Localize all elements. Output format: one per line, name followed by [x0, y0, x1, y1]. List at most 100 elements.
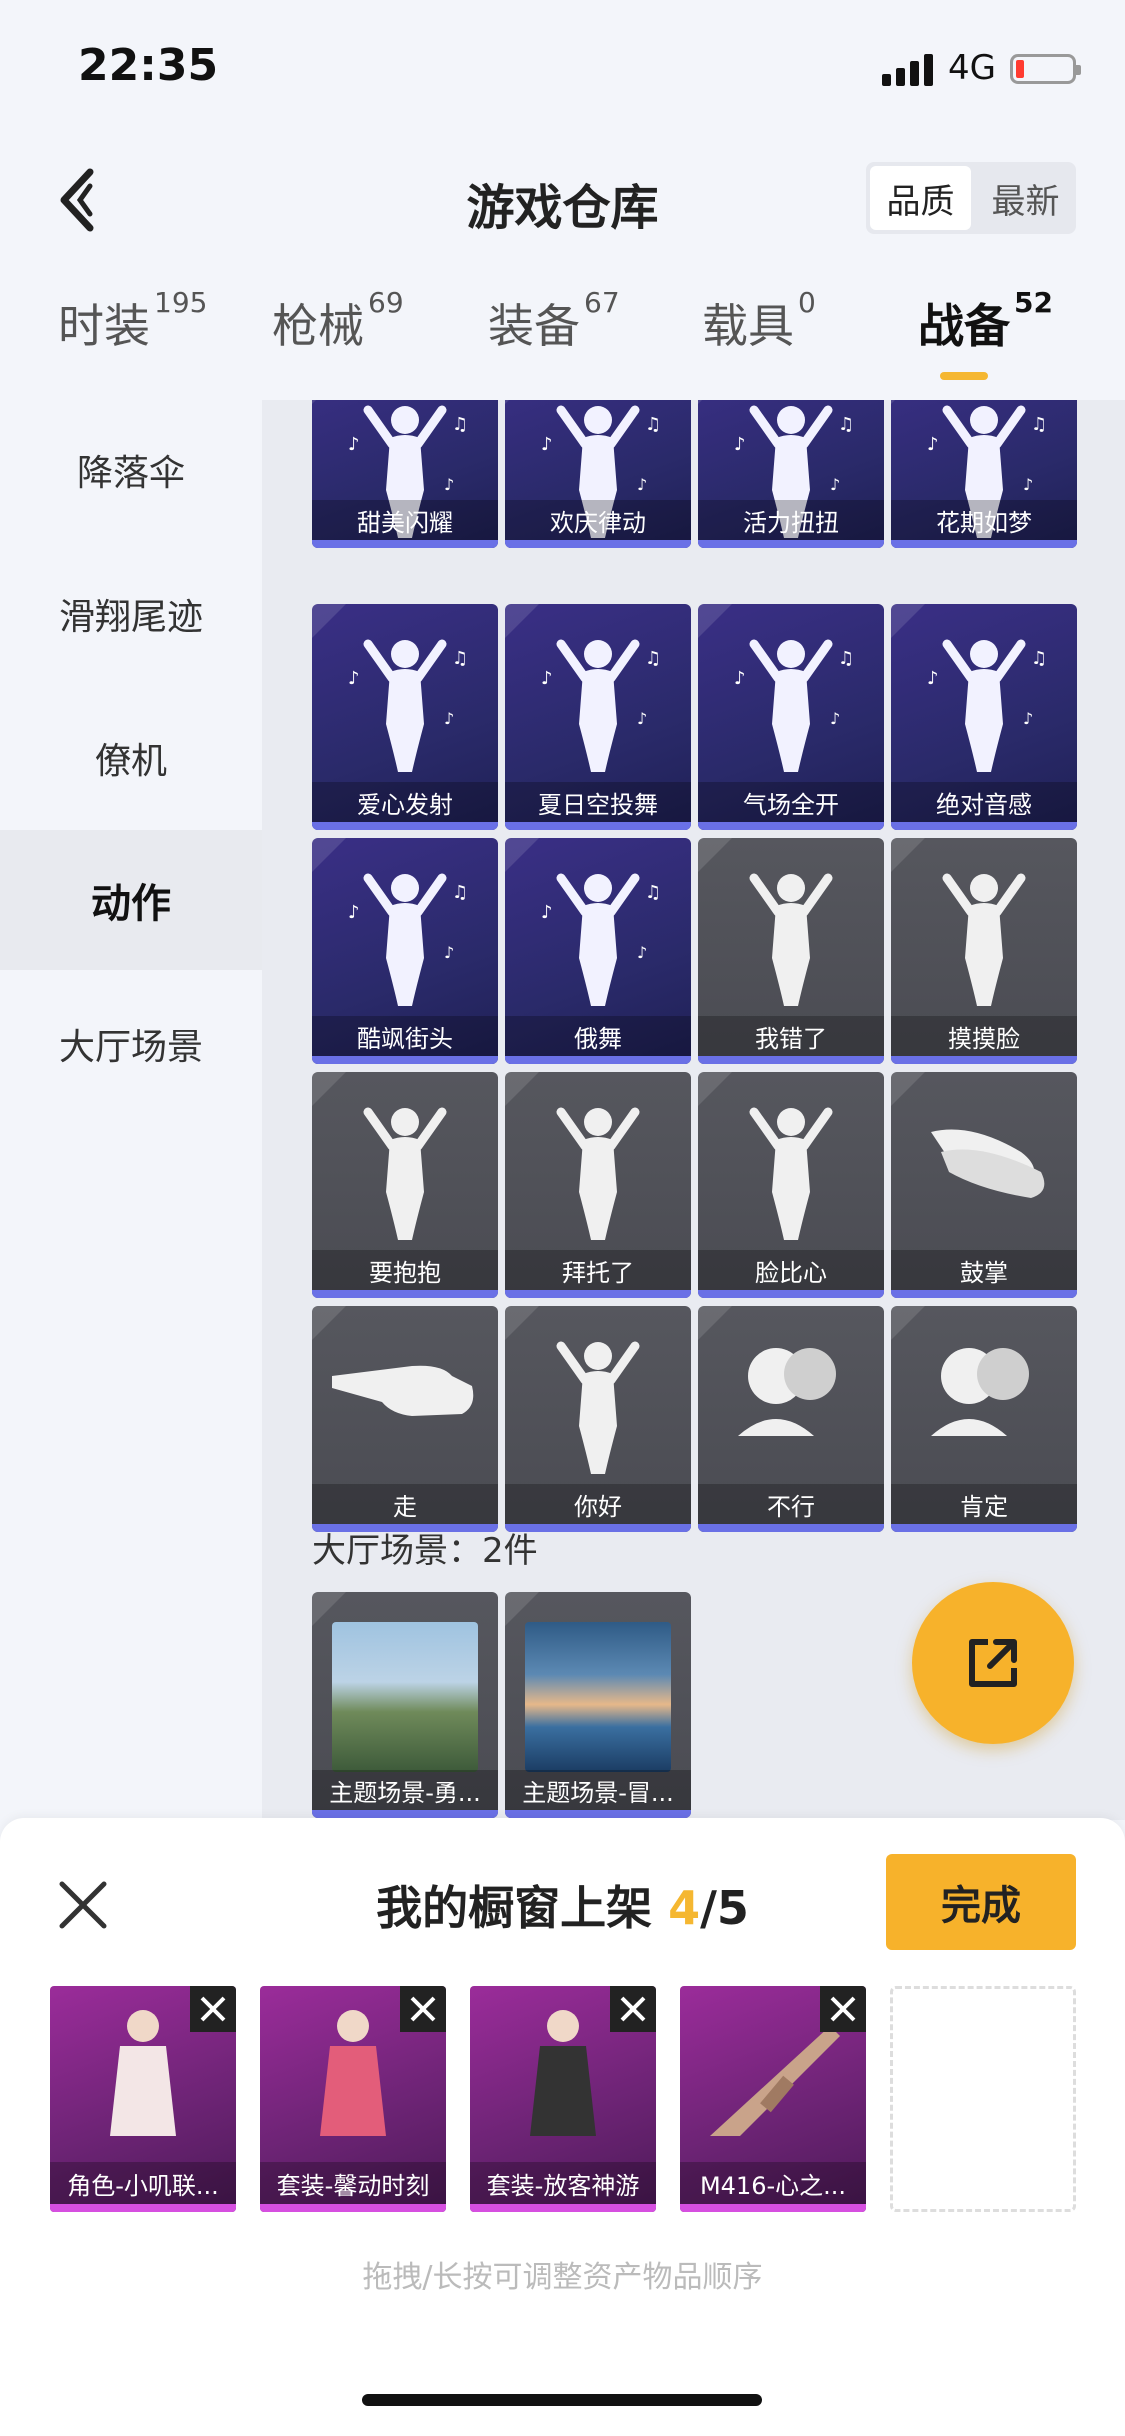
selected-corner — [505, 1592, 539, 1626]
rarity-bar — [891, 1524, 1077, 1532]
lobby-scene-card[interactable]: 主题场景-冒... — [505, 1592, 691, 1818]
sidebar-item-wingman[interactable]: 僚机 — [0, 688, 262, 828]
selected-corner — [891, 1072, 925, 1106]
emote-card[interactable]: 我错了 — [698, 838, 884, 1064]
selected-corner — [312, 838, 346, 872]
status-time: 22:35 — [78, 40, 219, 91]
remove-item-button[interactable] — [610, 1986, 656, 2032]
selected-corner — [891, 1306, 925, 1340]
rarity-bar — [260, 2204, 446, 2212]
emote-label: 你好 — [505, 1484, 691, 1524]
tab-vehicles[interactable]: 载具 0 — [702, 286, 816, 356]
emote-card[interactable]: ♪ ♫ ♪ 活力扭扭 — [698, 400, 884, 548]
remove-item-button[interactable] — [400, 1986, 446, 2032]
svg-text:♪: ♪ — [541, 434, 553, 455]
sidebar-item-lobby-scene[interactable]: 大厅场景 — [0, 974, 262, 1114]
selected-corner — [505, 604, 539, 638]
emote-card[interactable]: ♪ ♫ ♪ 花期如梦 — [891, 400, 1077, 548]
svg-text:♪: ♪ — [1023, 709, 1033, 728]
emote-card[interactable]: ♪ ♫ ♪ 俄舞 — [505, 838, 691, 1064]
rarity-bar — [698, 1056, 884, 1064]
tab-combat-gear[interactable]: 战备 52 — [918, 286, 1053, 356]
tab-equipment[interactable]: 装备 67 — [488, 286, 620, 356]
remove-item-button[interactable] — [820, 1986, 866, 2032]
rarity-bar — [312, 540, 498, 548]
empty-showcase-slot[interactable] — [890, 1986, 1076, 2212]
svg-text:♪: ♪ — [444, 475, 454, 494]
lobby-scene-card[interactable]: 主题场景-勇... — [312, 1592, 498, 1818]
rarity-bar — [505, 540, 691, 548]
emote-card[interactable]: ♪ ♫ ♪ 绝对音感 — [891, 604, 1077, 830]
svg-text:♫: ♫ — [645, 414, 661, 435]
selected-corner — [698, 838, 732, 872]
selected-corner — [312, 1072, 346, 1106]
emote-card[interactable]: 鼓掌 — [891, 1072, 1077, 1298]
emote-card[interactable]: 走 — [312, 1306, 498, 1532]
sidebar-item-parachute[interactable]: 降落伞 — [0, 400, 262, 540]
svg-text:♪: ♪ — [348, 668, 360, 689]
selected-corner — [891, 838, 925, 872]
rarity-bar — [312, 822, 498, 830]
close-icon — [410, 1996, 436, 2022]
showcase-item[interactable]: 套装-馨动时刻 — [260, 1986, 446, 2212]
emote-card[interactable]: ♪ ♫ ♪ 酷飒街头 — [312, 838, 498, 1064]
selected-corner — [891, 400, 925, 404]
rarity-bar — [505, 1290, 691, 1298]
network-type: 4G — [948, 48, 996, 88]
sidebar-item-glide-trail[interactable]: 滑翔尾迹 — [0, 544, 262, 684]
emote-card[interactable]: 肯定 — [891, 1306, 1077, 1532]
rarity-bar — [698, 1524, 884, 1532]
emote-card[interactable]: 拜托了 — [505, 1072, 691, 1298]
rarity-bar — [698, 822, 884, 830]
emote-card[interactable]: ♪ ♫ ♪ 气场全开 — [698, 604, 884, 830]
svg-text:♫: ♫ — [838, 648, 854, 669]
sort-quality[interactable]: 品质 — [870, 166, 971, 230]
svg-text:♪: ♪ — [734, 434, 746, 455]
showcase-item-label: M416-心之... — [680, 2162, 866, 2204]
sort-toggle: 品质 最新 — [866, 162, 1076, 234]
sidebar-item-emotes[interactable]: 动作 — [0, 830, 262, 970]
showcase-item[interactable]: 角色-小叽联... — [50, 1986, 236, 2212]
selected-corner — [891, 604, 925, 638]
battery-icon — [1010, 54, 1081, 84]
done-button[interactable]: 完成 — [886, 1854, 1076, 1950]
emote-label: 花期如梦 — [891, 500, 1077, 540]
svg-text:♪: ♪ — [830, 475, 840, 494]
svg-text:♫: ♫ — [838, 414, 854, 435]
share-button[interactable] — [912, 1582, 1074, 1744]
showcase-item-label: 套装-馨动时刻 — [260, 2162, 446, 2204]
svg-text:♫: ♫ — [645, 882, 661, 903]
emote-card[interactable]: ♪ ♫ ♪ 夏日空投舞 — [505, 604, 691, 830]
emote-label: 夏日空投舞 — [505, 782, 691, 822]
emote-card[interactable]: 你好 — [505, 1306, 691, 1532]
selected-corner — [312, 1592, 346, 1626]
selected-corner — [505, 1072, 539, 1106]
emote-label: 摸摸脸 — [891, 1016, 1077, 1056]
emote-card[interactable]: 脸比心 — [698, 1072, 884, 1298]
emote-card[interactable]: ♪ ♫ ♪ 甜美闪耀 — [312, 400, 498, 548]
rarity-bar — [505, 1810, 691, 1818]
rarity-bar — [698, 540, 884, 548]
svg-text:♪: ♪ — [348, 902, 360, 923]
tab-fashion[interactable]: 时装 195 — [58, 286, 207, 356]
emote-label: 酷飒街头 — [312, 1016, 498, 1056]
remove-item-button[interactable] — [190, 1986, 236, 2032]
emote-label: 拜托了 — [505, 1250, 691, 1290]
emote-card[interactable]: ♪ ♫ ♪ 欢庆律动 — [505, 400, 691, 548]
svg-text:♪: ♪ — [541, 902, 553, 923]
emote-card[interactable]: 不行 — [698, 1306, 884, 1532]
selected-corner — [505, 1306, 539, 1340]
svg-text:♪: ♪ — [444, 709, 454, 728]
rarity-bar — [470, 2204, 656, 2212]
showcase-item[interactable]: M416-心之... — [680, 1986, 866, 2212]
emote-card[interactable]: ♪ ♫ ♪ 爱心发射 — [312, 604, 498, 830]
sort-newest[interactable]: 最新 — [975, 162, 1076, 234]
showcase-item[interactable]: 套装-放客神游 — [470, 1986, 656, 2212]
selected-corner — [698, 604, 732, 638]
emote-label: 我错了 — [698, 1016, 884, 1056]
emote-label: 绝对音感 — [891, 782, 1077, 822]
tab-weapons[interactable]: 枪械 69 — [272, 286, 404, 356]
emote-card[interactable]: 摸摸脸 — [891, 838, 1077, 1064]
emote-card[interactable]: 要抱抱 — [312, 1072, 498, 1298]
selected-corner — [698, 1072, 732, 1106]
